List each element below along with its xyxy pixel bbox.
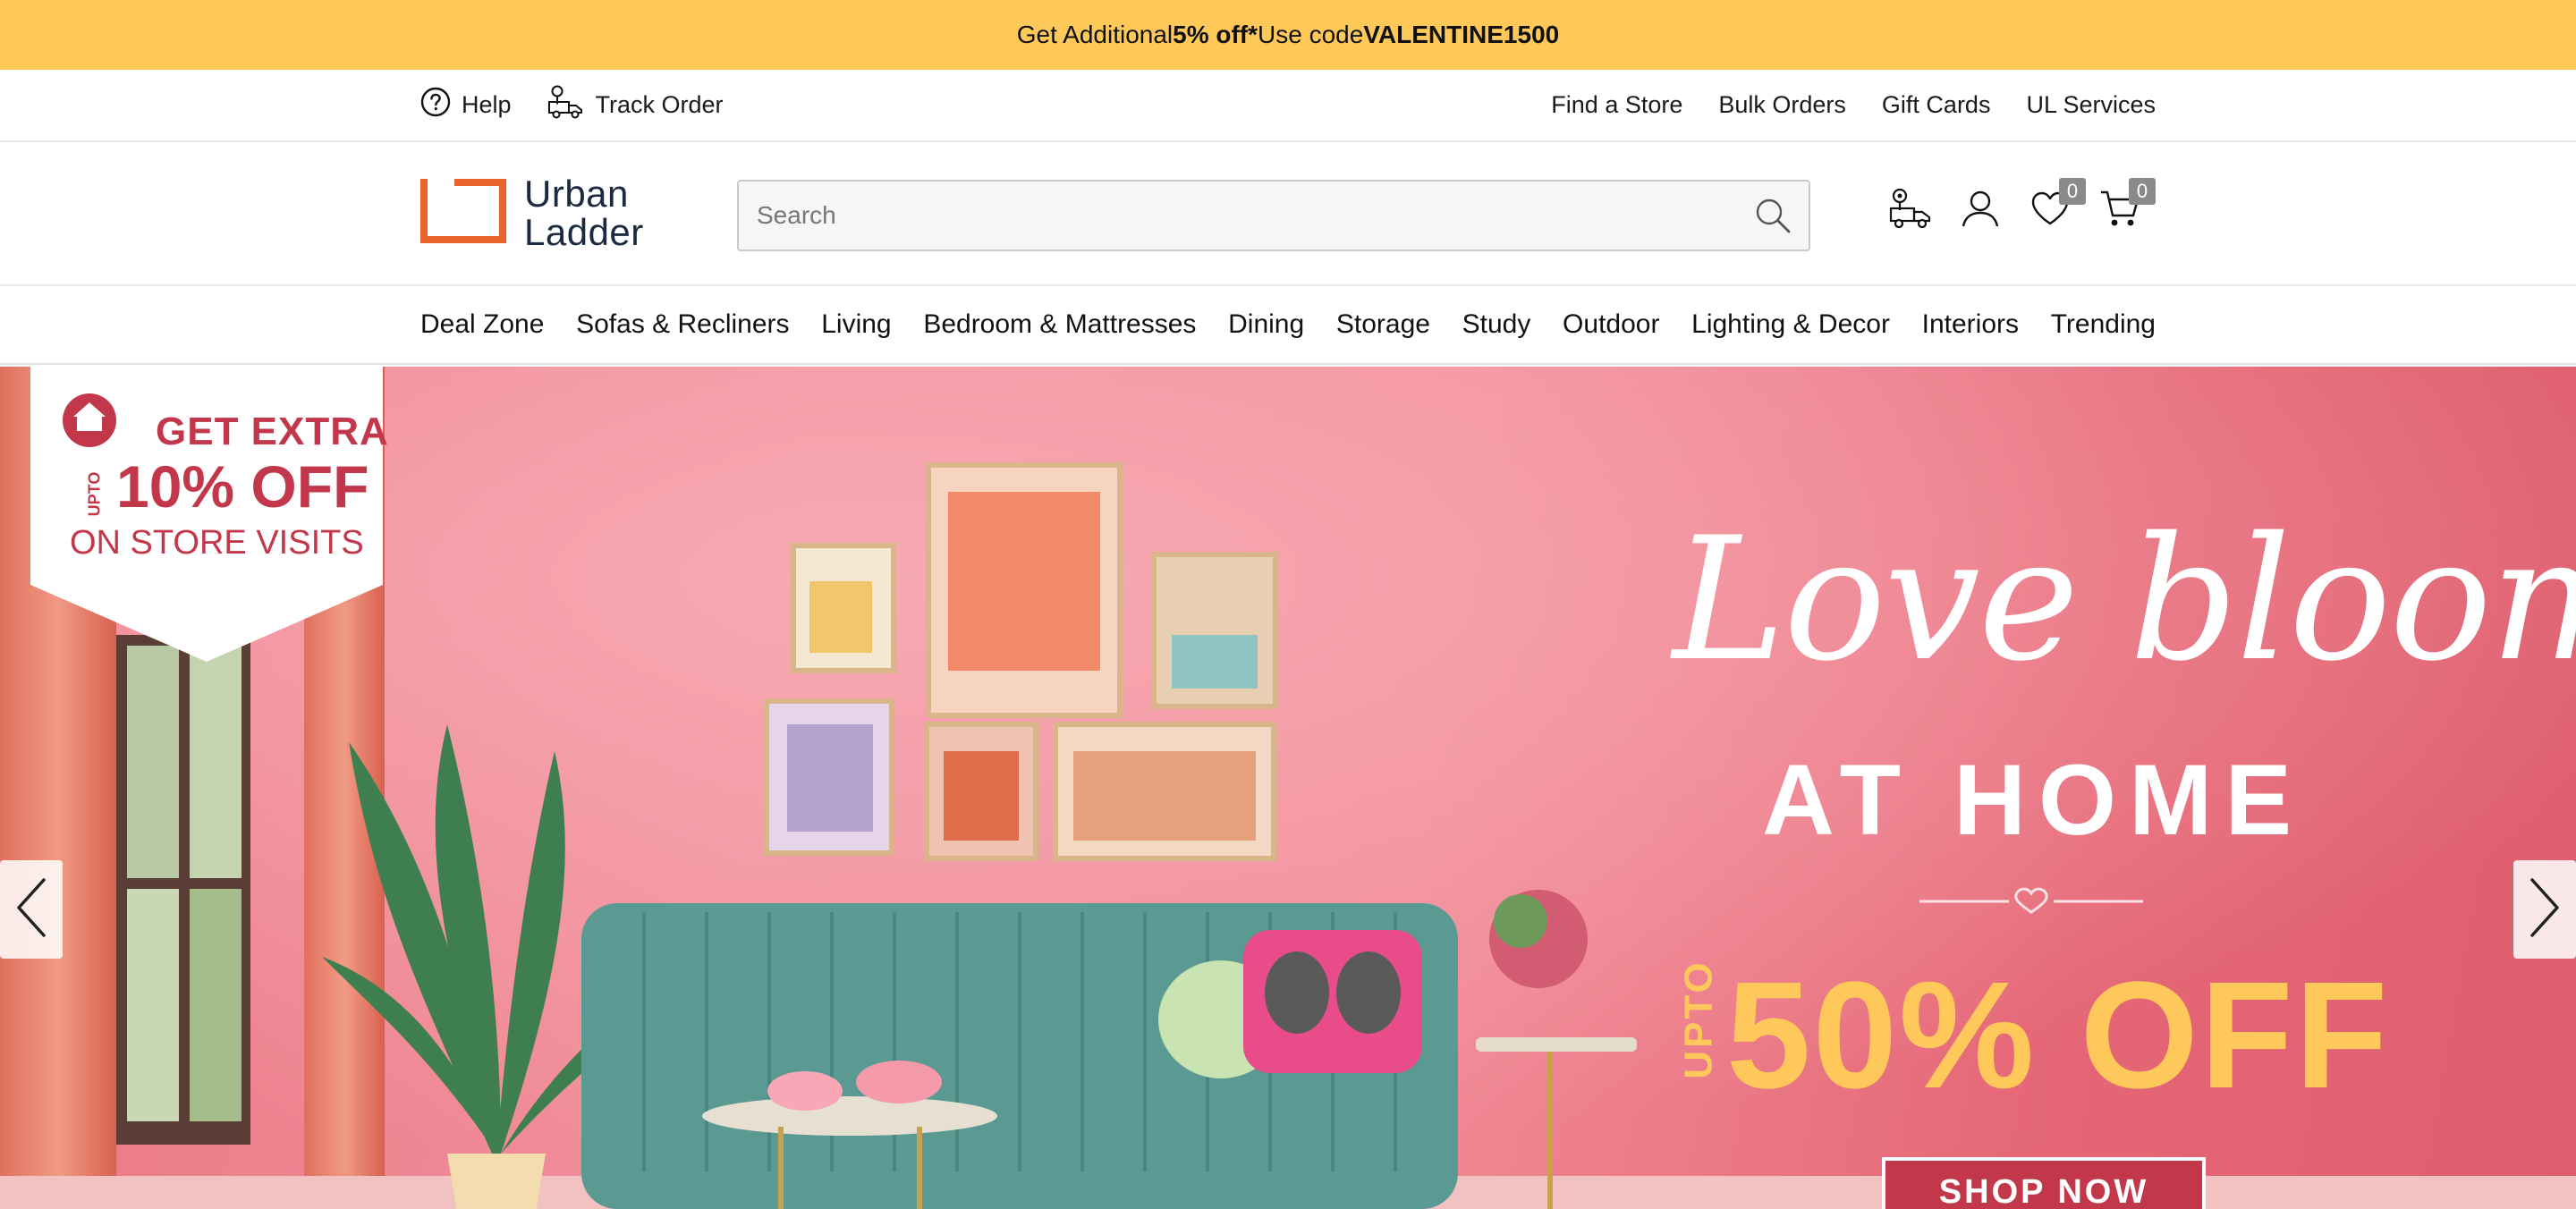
search-bar[interactable] <box>737 180 1810 251</box>
promo-highlight: 5% off* <box>1173 21 1258 48</box>
wishlist-count-badge: 0 <box>2059 178 2086 205</box>
hero-offer-upto: UPTO <box>1677 960 1721 1079</box>
site-header: Urban Ladder 0 <box>0 142 2576 286</box>
delivery-truck-icon <box>547 84 585 126</box>
store-locator-button[interactable] <box>1888 187 1933 234</box>
nav-bedroom-mattresses[interactable]: Bedroom & Mattresses <box>923 309 1196 340</box>
category-nav: Deal Zone Sofas & Recliners Living Bedro… <box>0 286 2576 365</box>
cart-button[interactable]: 0 <box>2098 178 2156 232</box>
promo-prefix: Get Additional <box>1016 21 1174 48</box>
header-actions: 0 0 <box>1888 178 2156 234</box>
track-order-label: Track Order <box>595 91 724 118</box>
nav-dining[interactable]: Dining <box>1228 309 1304 340</box>
wishlist-button[interactable]: 0 <box>2029 178 2086 232</box>
heart-divider-icon <box>1919 887 2143 914</box>
nav-interiors[interactable]: Interiors <box>1922 309 2019 340</box>
help-link[interactable]: Help <box>420 87 512 123</box>
logo-mark-icon <box>420 177 506 248</box>
utility-left: Help Track Order <box>420 70 724 140</box>
logo-line2: Ladder <box>524 211 644 253</box>
cart-count-badge: 0 <box>2129 178 2156 205</box>
promo-middle: Use code <box>1258 21 1364 48</box>
hero-headline: Love blooms <box>1673 501 2576 698</box>
nav-lighting-decor[interactable]: Lighting & Decor <box>1691 309 1890 340</box>
nav-deal-zone[interactable]: Deal Zone <box>420 309 544 340</box>
badge-percent: 10% OFF <box>116 453 369 520</box>
carousel-prev-button[interactable] <box>0 860 63 959</box>
track-order-link[interactable]: Track Order <box>547 84 724 126</box>
find-store-link[interactable]: Find a Store <box>1551 91 1682 119</box>
promo-banner[interactable]: Get Additional 5% off* Use code VALENTIN… <box>0 0 2576 70</box>
promo-code: VALENTINE1500 <box>1363 21 1560 48</box>
store-visit-badge[interactable]: GET EXTRA UPTO 10% OFF ON STORE VISITS <box>30 367 388 662</box>
category-menu: Deal Zone Sofas & Recliners Living Bedro… <box>420 286 2156 363</box>
badge-store-visits: ON STORE VISITS <box>70 524 364 562</box>
question-circle-icon <box>420 87 451 123</box>
hero-banner[interactable]: GET EXTRA UPTO 10% OFF ON STORE VISITS L… <box>0 367 2576 1209</box>
magnifier-icon[interactable] <box>1737 196 1809 235</box>
bulk-orders-link[interactable]: Bulk Orders <box>1718 91 1846 119</box>
search-input[interactable] <box>739 182 1737 249</box>
shop-now-button[interactable]: SHOP NOW <box>1882 1157 2206 1209</box>
nav-living[interactable]: Living <box>821 309 891 340</box>
urban-ladder-logo[interactable]: Urban Ladder <box>420 174 644 251</box>
badge-get-extra: GET EXTRA <box>156 410 389 453</box>
gift-cards-link[interactable]: Gift Cards <box>1882 91 1991 119</box>
nav-trending[interactable]: Trending <box>2051 309 2156 340</box>
carousel-next-button[interactable] <box>2513 860 2576 959</box>
chevron-left-icon <box>15 876 47 943</box>
utility-right: Find a Store Bulk Orders Gift Cards UL S… <box>1551 70 2156 140</box>
nav-study[interactable]: Study <box>1462 309 1531 340</box>
logo-line1: Urban <box>524 173 629 215</box>
help-label: Help <box>462 91 512 118</box>
badge-upto: UPTO <box>85 471 104 516</box>
store-locator-icon <box>1888 187 1933 234</box>
nav-storage[interactable]: Storage <box>1336 309 1430 340</box>
hero-offer: 50% OFF <box>1726 951 2390 1120</box>
nav-sofas-recliners[interactable]: Sofas & Recliners <box>576 309 789 340</box>
user-icon <box>1961 189 2000 232</box>
account-button[interactable] <box>1959 189 2002 232</box>
ul-services-link[interactable]: UL Services <box>2026 91 2156 119</box>
utility-bar: Help Track Order Find a Store Bulk Order… <box>0 70 2576 142</box>
nav-outdoor[interactable]: Outdoor <box>1563 309 1659 340</box>
chevron-right-icon <box>2529 876 2561 943</box>
hero-subheadline: AT HOME <box>1762 744 2305 856</box>
